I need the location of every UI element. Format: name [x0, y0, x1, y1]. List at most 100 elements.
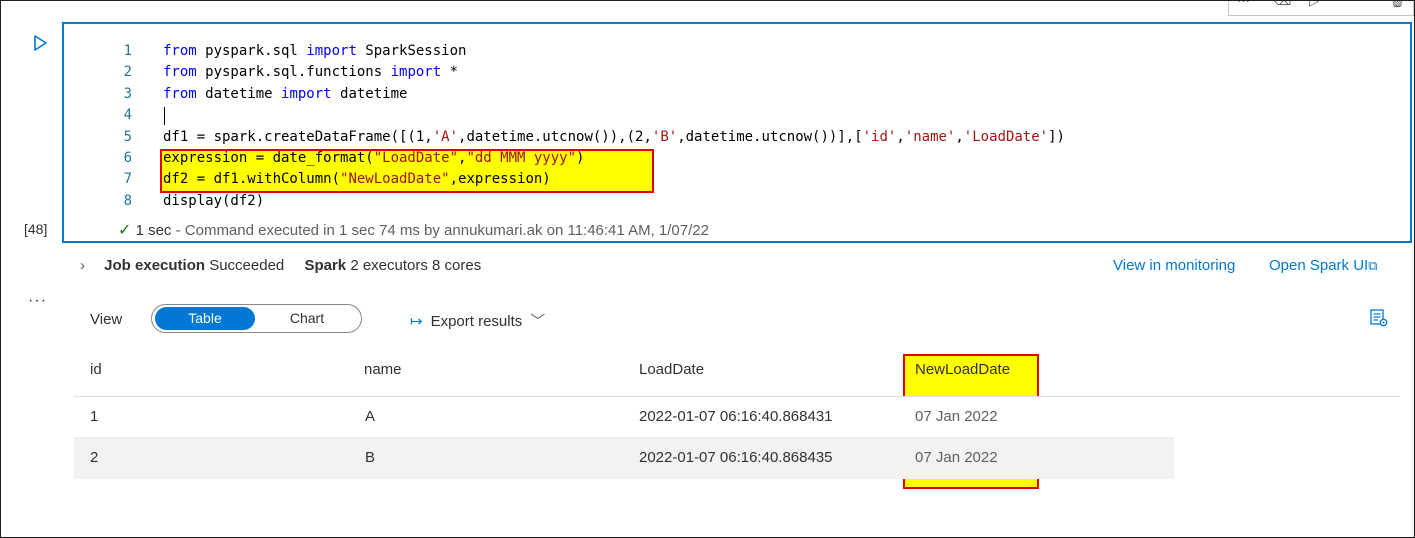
line-number: 4 — [123, 107, 132, 124]
code-text[interactable]: df1 = spark.createDataFrame([(1,'A',date… — [163, 127, 1065, 148]
cell-id: 1 — [90, 408, 99, 425]
code-keyword: import — [390, 64, 442, 81]
cell-gutter — [1, 1, 62, 537]
code-keyword: import — [281, 85, 332, 102]
code-keyword: import — [306, 43, 357, 59]
code-token: ,datetime.utcnow()),(2, — [458, 128, 652, 145]
code-line[interactable]: 4 — [64, 105, 1404, 126]
column-header-name[interactable]: name — [364, 361, 402, 378]
code-token: , — [896, 128, 905, 145]
export-arrow-icon: ↦ — [410, 313, 423, 330]
line-number: 7 — [123, 171, 132, 188]
code-string: "dd MMM yyyy" — [466, 150, 577, 166]
code-line[interactable]: 6 expression = date_format("LoadDate","dd… — [64, 148, 1404, 169]
code-cell-editor[interactable]: 1 from pyspark.sql import SparkSession 2 fr… — [62, 22, 1412, 243]
cell-name: A — [365, 408, 376, 425]
cell-loaddate: 2022-01-07 06:16:40.868431 — [639, 408, 833, 425]
code-line[interactable]: 3 from datetime import datetime — [64, 84, 1404, 105]
open-spark-ui-label: Open Spark UI — [1269, 257, 1369, 274]
column-header-newloaddate[interactable]: NewLoadDate — [915, 361, 1010, 378]
code-text[interactable]: from pyspark.sql.functions import * — [163, 62, 458, 83]
table-row: 2 B 2022-01-07 06:16:40.868435 07 Jan 20… — [74, 438, 1174, 479]
code-line[interactable]: 8 display(df2) — [64, 191, 1404, 212]
code-token: ,datetime.utcnow())],[ — [677, 128, 863, 145]
code-token: datetime — [196, 85, 282, 102]
code-token: pyspark.sql.functions — [196, 64, 391, 81]
view-toggle[interactable]: Table Chart — [151, 304, 362, 333]
table-header: id name LoadDate NewLoadDate — [74, 343, 1400, 397]
spark-label: Spark — [304, 257, 347, 274]
more-icon[interactable]: ··· — [1237, 0, 1250, 8]
code-token: * — [441, 64, 459, 81]
checkmark-icon: ✓ — [118, 222, 132, 239]
code-keyword: from — [163, 43, 197, 59]
cell-more-icon[interactable]: ··· — [28, 292, 47, 310]
code-line[interactable]: 2 from pyspark.sql.functions import * — [64, 62, 1404, 83]
code-keyword: from — [163, 85, 197, 102]
delete-icon[interactable]: 🗑 — [1389, 0, 1406, 9]
code-string: 'B' — [651, 128, 678, 145]
view-in-monitoring-link[interactable]: View in monitoring — [1113, 257, 1235, 274]
run-cell-button[interactable] — [30, 33, 50, 53]
code-line[interactable]: 1 from pyspark.sql import SparkSession — [64, 41, 1404, 62]
code-line[interactable]: 7 df2 = df1.withColumn("NewLoadDate",expr… — [64, 169, 1404, 190]
code-string: "NewLoadDate" — [340, 171, 450, 188]
code-token: ,expression) — [449, 171, 551, 188]
line-number: 8 — [123, 192, 132, 209]
code-token: datetime — [331, 85, 408, 102]
code-token: ) — [576, 150, 585, 166]
code-text[interactable]: df2 = df1.withColumn("NewLoadDate",expre… — [163, 169, 551, 190]
code-token: expression = date_format( — [163, 150, 374, 166]
column-header-loaddate[interactable]: LoadDate — [639, 361, 704, 378]
table-settings-icon[interactable] — [1369, 308, 1389, 328]
job-execution-label: Job execution — [104, 257, 206, 274]
code-string: 'name' — [904, 128, 956, 145]
cell-toolbar[interactable]: ··· ⌫ ▷ 🗑 — [1228, 0, 1414, 16]
view-chart-option[interactable]: Chart — [257, 307, 357, 330]
code-line[interactable]: 5 df1 = spark.createDataFrame([(1,'A',dat… — [64, 127, 1404, 148]
job-execution-summary[interactable]: › Job execution Succeeded Spark 2 execut… — [80, 257, 481, 274]
code-text[interactable]: from pyspark.sql import SparkSession — [163, 41, 466, 62]
execution-count: [48] — [24, 221, 48, 237]
code-token: df1 = spark.createDataFrame([(1, — [163, 128, 433, 145]
code-keyword: from — [163, 64, 197, 81]
cell-newloaddate: 07 Jan 2022 — [915, 449, 998, 466]
view-label: View — [90, 311, 123, 328]
line-number: 2 — [123, 64, 132, 81]
code-string: 'id' — [862, 128, 897, 145]
code-string: 'LoadDate' — [963, 128, 1049, 145]
code-token: display(df2) — [163, 192, 265, 209]
open-spark-ui-link[interactable]: Open Spark UI⧉ — [1269, 257, 1378, 274]
cell-id: 2 — [90, 449, 99, 466]
code-token: ]) — [1048, 128, 1065, 145]
clear-output-icon[interactable]: ⌫ — [1273, 0, 1291, 9]
view-table-option[interactable]: Table — [155, 307, 255, 330]
chevron-down-icon: ﹀ — [530, 313, 546, 330]
code-text[interactable]: expression = date_format("LoadDate","dd … — [163, 148, 584, 169]
cell-newloaddate: 07 Jan 2022 — [915, 408, 998, 425]
text-cursor — [164, 107, 165, 126]
external-link-icon: ⧉ — [1368, 258, 1378, 273]
code-token: df2 = df1.withColumn( — [163, 171, 341, 188]
export-results-button[interactable]: ↦ Export results ﹀ — [410, 310, 545, 331]
spark-info: 2 executors 8 cores — [350, 257, 482, 274]
execution-status: ✓ 1 sec - Command executed in 1 sec 74 m… — [118, 220, 709, 240]
chevron-right-icon[interactable]: › — [80, 257, 100, 274]
line-number: 3 — [123, 85, 132, 102]
code-text[interactable]: from datetime import datetime — [163, 84, 407, 105]
cell-loaddate: 2022-01-07 06:16:40.868435 — [639, 449, 833, 466]
run-cell-icon[interactable]: ▷ — [1309, 0, 1319, 9]
code-token: SparkSession — [356, 43, 467, 59]
line-number: 1 — [123, 43, 132, 59]
cell-name: B — [365, 449, 376, 466]
table-row: 1 A 2022-01-07 06:16:40.868431 07 Jan 20… — [74, 397, 1174, 438]
line-number: 6 — [123, 150, 132, 166]
code-token: pyspark.sql — [196, 43, 307, 59]
code-text[interactable]: display(df2) — [163, 191, 264, 212]
code-string: 'A' — [432, 128, 459, 145]
status-message: - Command executed in 1 sec 74 ms by ann… — [171, 222, 709, 239]
job-status: Succeeded — [209, 257, 285, 274]
export-results-label: Export results — [430, 313, 523, 330]
status-duration: 1 sec — [135, 222, 172, 239]
column-header-id[interactable]: id — [90, 361, 102, 378]
